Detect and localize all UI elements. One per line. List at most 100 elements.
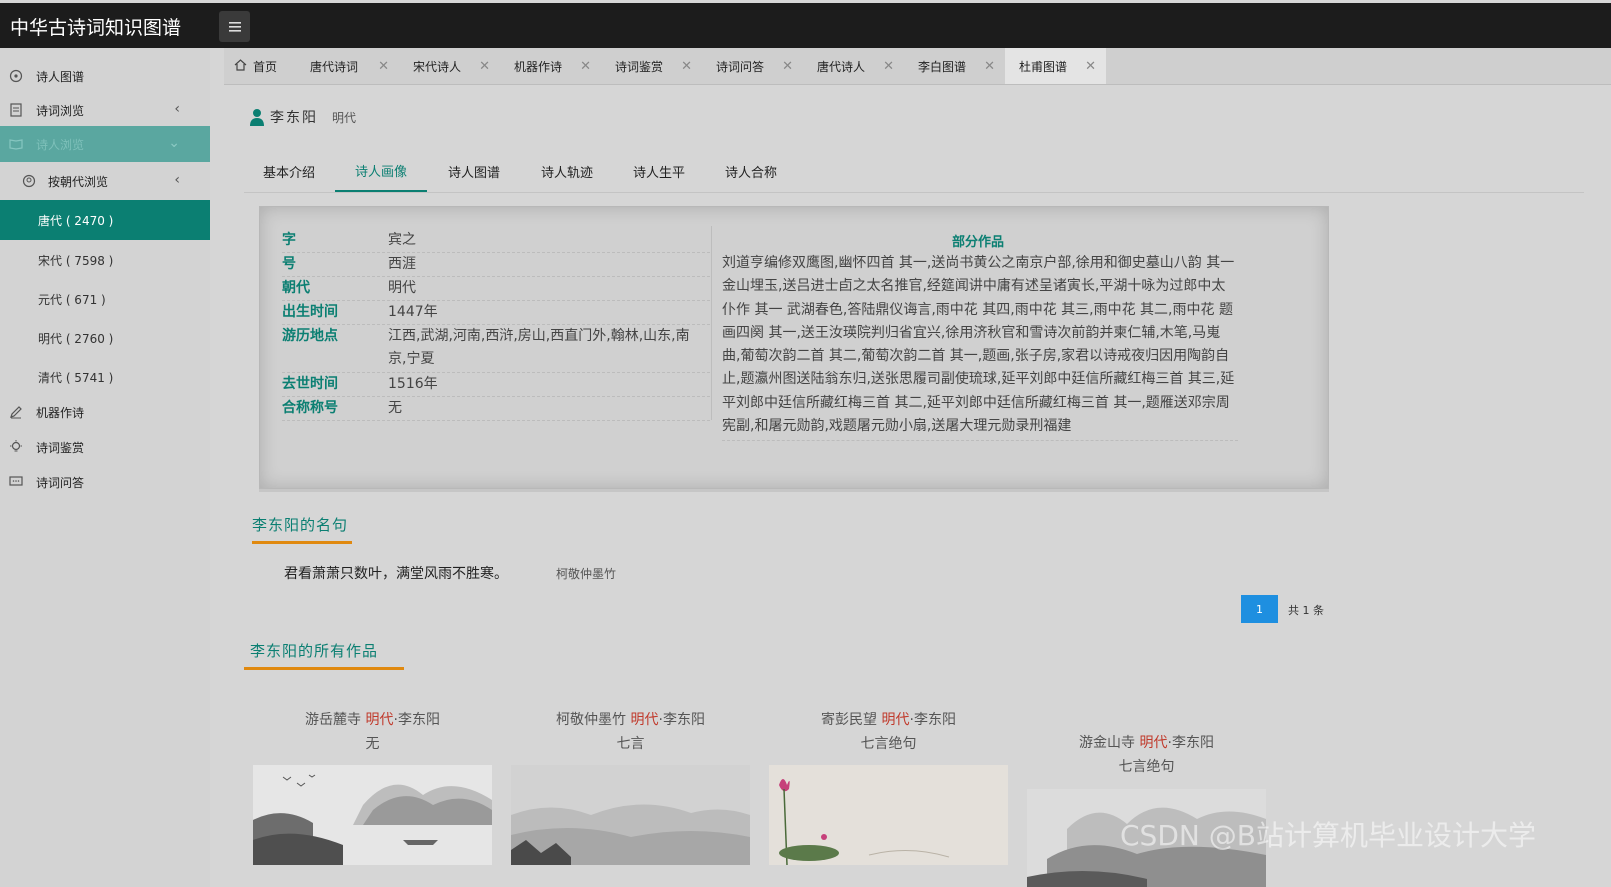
tab-label: 李白图谱	[918, 59, 967, 74]
sidebar-item-machine-poetry[interactable]: 机器作诗	[0, 394, 210, 430]
poet-subtabs: 基本介绍 诗人画像 诗人图谱 诗人轨迹 诗人生平 诗人合称	[244, 151, 1584, 193]
info-value: 西涯	[388, 256, 416, 272]
info-row-birth: 出生时间 1447年	[282, 301, 710, 325]
tab-qa[interactable]: 诗词问答 ✕	[702, 48, 803, 84]
work-title: 游岳麓寺	[305, 712, 366, 728]
tab-label: 唐代诗词	[310, 59, 359, 74]
work-title: 柯敬仲墨竹	[556, 712, 631, 728]
work-author: ·李东阳	[393, 712, 440, 728]
work-card[interactable]: 游金山寺 明代·李东阳 七言绝句	[1027, 682, 1266, 887]
tab-appreciation[interactable]: 诗词鉴赏 ✕	[601, 48, 702, 84]
sidebar: 诗人图谱 诗词浏览 ‹ 诗人浏览 ⌄ 按朝代浏览 ‹ 唐代 ( 2470 ) 宋…	[0, 48, 210, 887]
close-icon[interactable]: ✕	[1085, 59, 1096, 74]
work-card[interactable]: 游岳麓寺 明代·李东阳 无	[253, 682, 492, 887]
subtab-portrait[interactable]: 诗人画像	[335, 151, 427, 192]
tab-home[interactable]: 首页	[224, 48, 296, 84]
tab-machine-poetry[interactable]: 机器作诗 ✕	[500, 48, 601, 84]
work-card-subtitle: 无	[365, 736, 380, 752]
dynasty-label: 明代 ( 2760 )	[38, 331, 114, 346]
work-author: ·李东阳	[909, 712, 956, 728]
lotus-image	[769, 765, 1008, 865]
work-dynasty: 明代	[365, 712, 394, 728]
dynasty-label: 元代 ( 671 )	[38, 292, 106, 307]
info-key: 朝代	[282, 280, 310, 296]
info-value: 1447年	[388, 304, 438, 320]
subtab-joint-title[interactable]: 诗人合称	[705, 151, 797, 191]
sidebar-item-label: 诗词鉴赏	[36, 440, 85, 455]
work-card-title: 柯敬仲墨竹 明代·李东阳	[511, 709, 750, 729]
dynasty-item-qing[interactable]: 清代 ( 5741 )	[0, 357, 210, 397]
subtab-graph[interactable]: 诗人图谱	[428, 151, 520, 191]
works-list: 刘道亨编修双鹰图,幽怀四首 其一,送尚书黄公之南京户部,徐用和御史墓山八韵 其一…	[722, 252, 1238, 442]
lightbulb-icon	[10, 440, 22, 452]
top-header: 中华古诗词知识图谱	[0, 3, 1611, 48]
close-icon[interactable]: ✕	[479, 59, 490, 74]
user-circle-icon	[22, 174, 36, 188]
sidebar-item-poet-graph[interactable]: 诗人图谱	[0, 58, 210, 94]
poet-info-card: 字 宾之 号 西涯 朝代 明代 出生时间 1447年 游历地点 江西,武湖,河南…	[259, 206, 1329, 489]
page-1-button[interactable]: 1	[1241, 595, 1278, 623]
quote-source[interactable]: 柯敬仲墨竹	[556, 565, 616, 582]
work-author: ·李东阳	[1167, 735, 1214, 751]
tab-label: 杜甫图谱	[1019, 59, 1068, 74]
sidebar-item-poet-browse[interactable]: 诗人浏览 ⌄	[0, 126, 210, 162]
close-icon[interactable]: ✕	[580, 59, 591, 74]
tab-dufu-graph[interactable]: 杜甫图谱 ✕	[1005, 48, 1106, 84]
close-icon[interactable]: ✕	[984, 59, 995, 74]
poet-name: 李东阳	[270, 110, 318, 126]
info-row-death: 去世时间 1516年	[282, 373, 710, 397]
sidebar-item-qa[interactable]: 诗词问答	[0, 464, 210, 500]
sidebar-item-poem-browse[interactable]: 诗词浏览 ‹	[0, 92, 210, 128]
close-icon[interactable]: ✕	[782, 59, 793, 74]
dynasty-item-ming[interactable]: 明代 ( 2760 )	[0, 318, 210, 358]
close-icon[interactable]: ✕	[883, 59, 894, 74]
info-value: 明代	[388, 280, 416, 296]
tab-label: 诗词问答	[716, 59, 765, 74]
quote-text: 君看萧萧只数叶，满堂风雨不胜寒。	[284, 566, 508, 582]
menu-toggle-button[interactable]	[219, 11, 250, 42]
info-key: 出生时间	[282, 304, 338, 320]
book-icon	[9, 139, 23, 150]
work-card-subtitle: 七言	[616, 736, 645, 752]
tab-label: 机器作诗	[514, 59, 563, 74]
work-card-subtitle: 七言绝句	[1118, 759, 1175, 775]
tab-bar: 首页 唐代诗词 ✕ 宋代诗人 ✕ 机器作诗 ✕ 诗词鉴赏 ✕ 诗词问答 ✕ 唐代…	[224, 48, 1611, 85]
hamburger-icon	[228, 21, 241, 32]
works-heading: 部分作品	[952, 235, 1005, 250]
work-dynasty: 明代	[630, 712, 659, 728]
sidebar-item-label: 诗词浏览	[36, 103, 85, 118]
all-works-heading: 李东阳的所有作品	[244, 640, 404, 670]
subtab-intro[interactable]: 基本介绍	[244, 151, 334, 191]
info-key: 去世时间	[282, 376, 338, 392]
tab-song-poets[interactable]: 宋代诗人 ✕	[399, 48, 500, 84]
sidebar-item-appreciation[interactable]: 诗词鉴赏	[0, 429, 210, 465]
close-icon[interactable]: ✕	[378, 59, 389, 74]
info-row-places: 游历地点 江西,武湖,河南,西浒,房山,西直门外,翰林,山东,南京,宁夏	[282, 325, 710, 373]
info-key: 合称称号	[282, 400, 338, 416]
watermark: CSDN @B站计算机毕业设计大学	[1120, 819, 1536, 852]
work-card-title: 寄彭民望 明代·李东阳	[769, 709, 1008, 729]
work-dynasty: 明代	[1139, 735, 1168, 751]
dynasty-item-tang[interactable]: 唐代 ( 2470 )	[0, 200, 210, 240]
tab-tang-poets[interactable]: 唐代诗人 ✕	[803, 48, 904, 84]
chevron-left-icon: ‹	[174, 101, 180, 117]
work-card[interactable]: 柯敬仲墨竹 明代·李东阳 七言	[511, 682, 750, 887]
work-title: 游金山寺	[1079, 735, 1140, 751]
page-total: 共 1 条	[1288, 604, 1324, 617]
dynasty-item-song[interactable]: 宋代 ( 7598 )	[0, 240, 210, 280]
sidebar-item-label: 按朝代浏览	[48, 174, 109, 189]
close-icon[interactable]: ✕	[681, 59, 692, 74]
chat-icon	[9, 476, 23, 486]
network-icon	[9, 69, 23, 83]
subtab-trajectory[interactable]: 诗人轨迹	[521, 151, 613, 191]
home-icon	[234, 59, 247, 71]
tab-libai-graph[interactable]: 李白图谱 ✕	[904, 48, 1005, 84]
work-card[interactable]: 寄彭民望 明代·李东阳 七言绝句	[769, 682, 1008, 887]
tab-label: 宋代诗人	[413, 59, 462, 74]
sidebar-item-by-dynasty[interactable]: 按朝代浏览 ‹	[0, 163, 210, 199]
subtab-life[interactable]: 诗人生平	[613, 151, 705, 191]
work-dynasty: 明代	[881, 712, 910, 728]
tab-tang-poems[interactable]: 唐代诗词 ✕	[296, 48, 399, 84]
info-row-dynasty: 朝代 明代	[282, 277, 710, 301]
dynasty-item-yuan[interactable]: 元代 ( 671 )	[0, 279, 210, 319]
